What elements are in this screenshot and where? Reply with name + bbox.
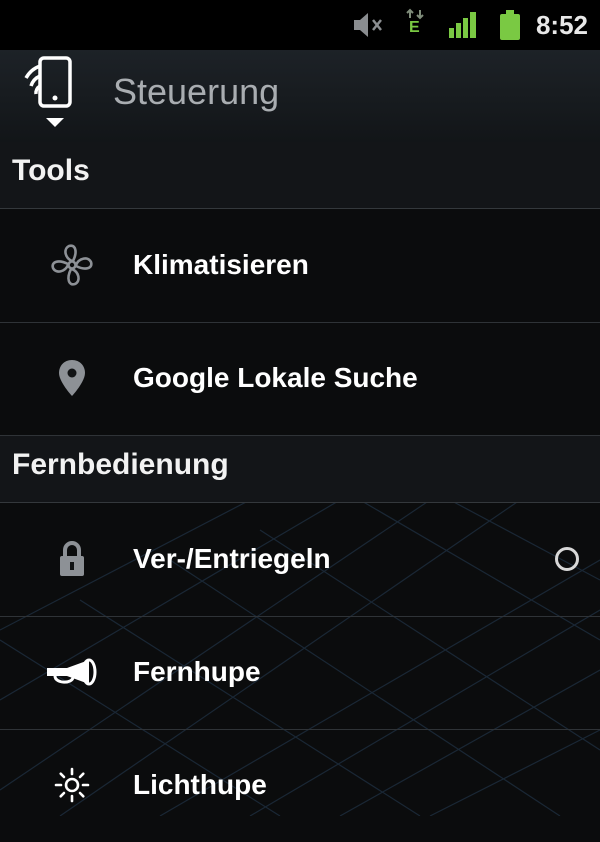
section-label: Fernbedienung <box>12 448 229 481</box>
mute-icon <box>352 0 386 50</box>
list-item-lichthupe[interactable]: Lichthupe <box>0 729 600 842</box>
item-label: Google Lokale Suche <box>133 362 418 393</box>
battery-icon <box>498 0 522 50</box>
list-item-ver-entriegeln[interactable]: Ver-/Entriegeln <box>0 503 600 617</box>
section-header-tools: Tools <box>0 142 600 209</box>
item-label: Fernhupe <box>133 656 261 687</box>
signal-icon <box>448 0 478 50</box>
horn-icon <box>40 616 104 728</box>
map-pin-icon <box>40 322 104 434</box>
remote-phone-icon <box>24 56 72 127</box>
section-label: Tools <box>12 154 90 187</box>
list-item-klimatisieren[interactable]: Klimatisieren <box>0 209 600 323</box>
item-label: Klimatisieren <box>133 249 309 280</box>
network-type-label: E <box>409 19 420 36</box>
clock: 8:52 <box>535 10 588 40</box>
action-bar: Steuerung <box>0 50 600 143</box>
fan-icon <box>40 209 104 321</box>
data-transfer-icon: E <box>405 0 427 50</box>
list-item-google-lokale-suche[interactable]: Google Lokale Suche <box>0 322 600 436</box>
item-label: Lichthupe <box>133 769 267 800</box>
status-bar: E 8:52 <box>0 0 600 50</box>
section-header-fernbedienung: Fernbedienung <box>0 436 600 503</box>
loading-spinner-icon <box>555 547 579 571</box>
lock-icon <box>40 503 104 615</box>
item-label: Ver-/Entriegeln <box>133 543 331 574</box>
list-item-fernhupe[interactable]: Fernhupe <box>0 616 600 730</box>
page-title: Steuerung <box>113 71 280 112</box>
app-menu-button[interactable] <box>18 56 90 136</box>
light-flash-icon <box>40 729 104 841</box>
